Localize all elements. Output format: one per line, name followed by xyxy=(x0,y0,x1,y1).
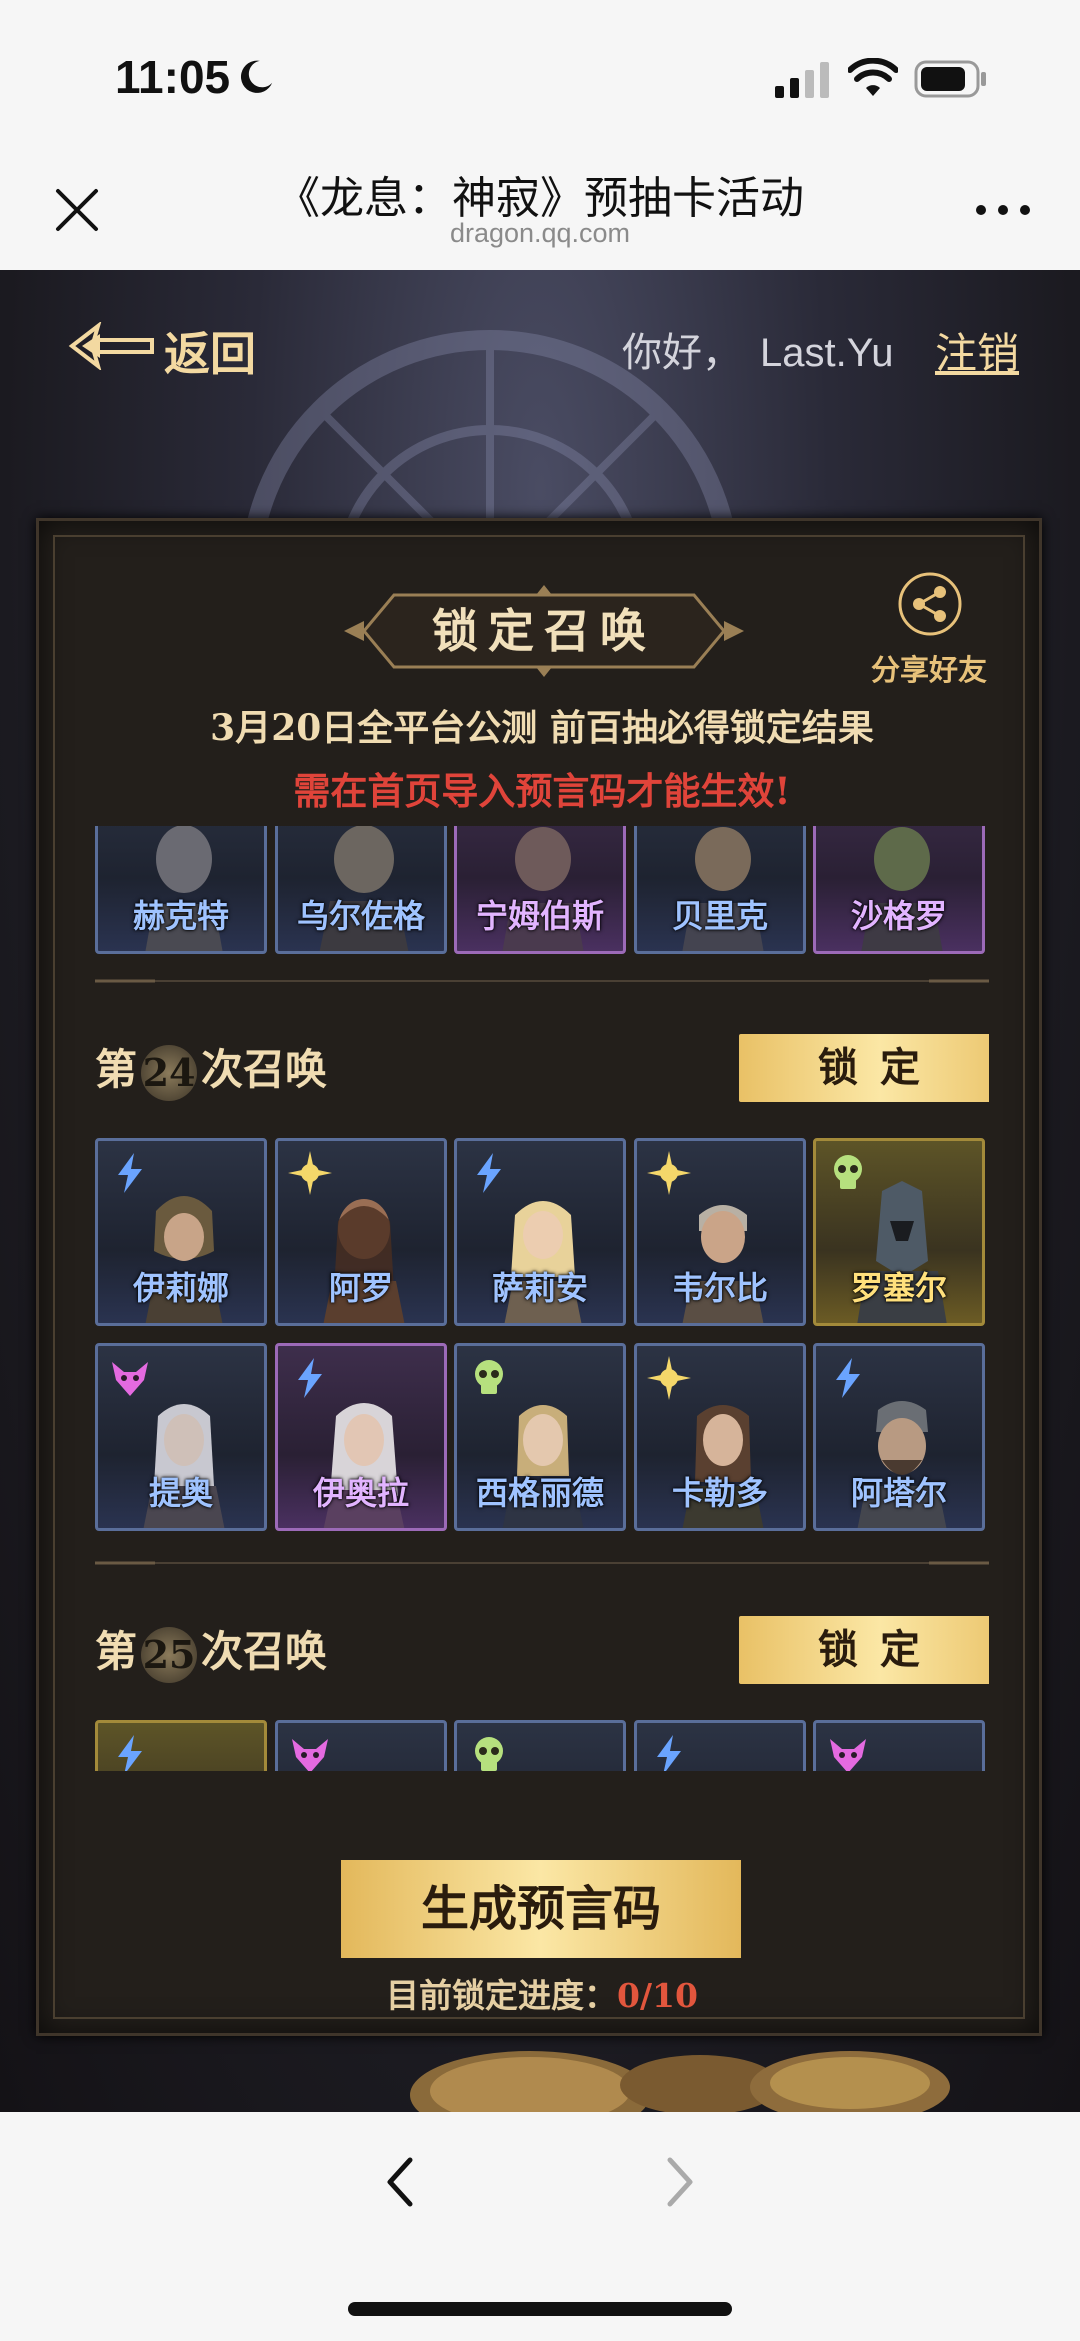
username: Last.Yu xyxy=(760,331,894,375)
hero-name: 伊奥拉 xyxy=(312,1474,409,1512)
hero-card[interactable]: 阿塔尔 xyxy=(813,1343,985,1531)
hero-name: 罗塞尔 xyxy=(850,1269,947,1307)
round-label: 第 24 次召唤 xyxy=(95,1036,327,1101)
hero-name: 伊莉娜 xyxy=(132,1269,229,1307)
status-time: 11:05 xyxy=(115,51,231,103)
hero-card[interactable]: 萨莉安 xyxy=(454,1138,626,1326)
share-label: 分享好友 xyxy=(870,653,987,687)
summon-list[interactable]: 赫克特 乌尔佐格 宁姆伯斯 贝里克 沙格罗 第 24 次召唤 锁定 伊莉娜 阿罗… xyxy=(95,826,989,1771)
generate-code-button[interactable]: 生成预言码 xyxy=(341,1860,741,1958)
hero-card[interactable]: 韦尔比 xyxy=(634,1138,806,1326)
demon-icon xyxy=(292,1739,328,1771)
lightning-icon xyxy=(657,1735,681,1771)
hero-name: 阿罗 xyxy=(328,1269,393,1307)
greeting-text: 你好， xyxy=(622,331,742,375)
hero-name: 贝里克 xyxy=(671,897,768,935)
battery-icon xyxy=(914,60,986,98)
launch-notice: 3月20日全平台公测 前百抽必得锁定结果 xyxy=(210,707,874,749)
hero-name: 卡勒多 xyxy=(671,1474,768,1512)
greeting: 你好， Last.Yu xyxy=(622,320,893,378)
section-divider xyxy=(95,979,989,983)
import-warning: 需在首页导入预言码才能生效! xyxy=(293,769,791,813)
wifi-icon xyxy=(848,58,898,96)
status-bar: 11:05 xyxy=(0,0,1080,150)
more-options-icon[interactable] xyxy=(975,200,1031,220)
lock-button[interactable]: 锁定 xyxy=(739,1616,989,1684)
hero-card[interactable]: 赫克特 xyxy=(95,826,267,954)
hero-name: 宁姆伯斯 xyxy=(475,897,604,935)
hero-card[interactable] xyxy=(95,1720,267,1771)
round-number: 25 xyxy=(141,1627,198,1683)
round-suffix: 次召唤 xyxy=(201,1627,328,1676)
share-button[interactable]: 分享好友 xyxy=(859,571,999,691)
page-domain: dragon.qq.com xyxy=(449,218,631,248)
hero-card[interactable]: 宁姆伯斯 xyxy=(454,826,626,954)
hero-card[interactable]: 罗塞尔 xyxy=(813,1138,985,1326)
lock-summon-panel: 锁定召唤 分享好友 3月20日全平台公测 前百抽必得锁定结果 需在首页导入预言码… xyxy=(36,518,1042,2036)
page-title: 《龙息：神寂》预抽卡活动 xyxy=(276,173,804,224)
hero-card[interactable] xyxy=(634,1720,806,1771)
progress-label: 目前锁定进度： xyxy=(386,1976,618,2015)
lock-progress: 目前锁定进度：0/10 xyxy=(39,1969,1045,2017)
back-label: 返回 xyxy=(164,327,256,381)
hero-name: 西格丽德 xyxy=(475,1474,604,1512)
game-content: 返回 你好， Last.Yu 注销 锁定召唤 分享好友 3月20日全平台公测 前百… xyxy=(0,270,1080,2112)
hero-card[interactable]: 西格丽德 xyxy=(454,1343,626,1531)
round-prefix: 第 xyxy=(95,1627,138,1676)
round-prefix: 第 xyxy=(95,1045,138,1094)
hero-name: 提奥 xyxy=(148,1474,213,1512)
demon-icon xyxy=(830,1739,866,1771)
hero-name: 阿塔尔 xyxy=(850,1474,947,1512)
hero-card[interactable]: 阿罗 xyxy=(275,1138,447,1326)
section-divider xyxy=(95,1561,989,1565)
hero-card[interactable]: 贝里克 xyxy=(634,826,806,954)
hero-card[interactable] xyxy=(813,1720,985,1771)
hero-name: 乌尔佐格 xyxy=(296,897,425,935)
hero-name: 萨莉安 xyxy=(491,1269,588,1307)
round-label: 第 25 次召唤 xyxy=(95,1618,327,1683)
hero-name: 韦尔比 xyxy=(671,1269,768,1307)
back-button[interactable]: 返回 xyxy=(68,314,268,381)
hero-card[interactable]: 卡勒多 xyxy=(634,1343,806,1531)
panel-title: 锁定召唤 xyxy=(432,604,656,658)
hero-card[interactable] xyxy=(275,1720,447,1771)
hero-card[interactable] xyxy=(454,1720,626,1771)
lightning-icon xyxy=(118,1735,142,1771)
hero-card[interactable]: 乌尔佐格 xyxy=(275,826,447,954)
hero-card[interactable]: 沙格罗 xyxy=(813,826,985,954)
hero-name: 赫克特 xyxy=(132,897,229,935)
home-indicator[interactable] xyxy=(348,2302,732,2316)
logout-link[interactable]: 注销 xyxy=(935,320,1019,381)
browser-header: 《龙息：神寂》预抽卡活动 dragon.qq.com xyxy=(0,150,1080,270)
skull-icon xyxy=(475,1737,503,1771)
hero-card[interactable]: 提奥 xyxy=(95,1343,267,1531)
cellular-signal-icon xyxy=(775,62,829,98)
progress-value: 0/10 xyxy=(617,1976,698,2015)
round-suffix: 次召唤 xyxy=(201,1045,328,1094)
nav-back-icon[interactable] xyxy=(380,2152,420,2212)
hero-card[interactable]: 伊奥拉 xyxy=(275,1343,447,1531)
browser-bottom-bar xyxy=(0,2112,1080,2341)
coins-decoration xyxy=(410,2051,950,2112)
share-icon xyxy=(898,572,962,636)
lock-button[interactable]: 锁定 xyxy=(739,1034,989,1102)
moon-icon xyxy=(240,60,273,93)
nav-forward-icon[interactable] xyxy=(660,2152,700,2212)
round-number: 24 xyxy=(141,1045,198,1101)
hero-card[interactable]: 伊莉娜 xyxy=(95,1138,267,1326)
back-arrow-icon xyxy=(68,322,154,370)
hero-name: 沙格罗 xyxy=(850,897,947,935)
